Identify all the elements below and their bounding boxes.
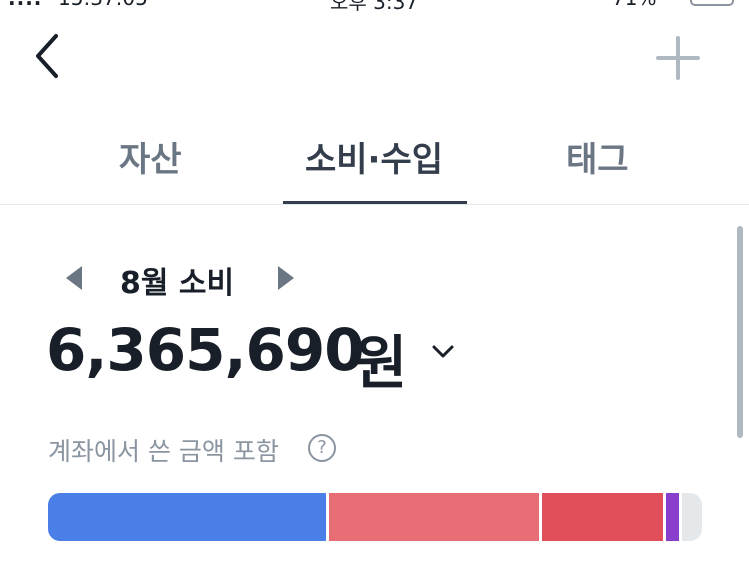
breakdown-segment xyxy=(541,493,667,541)
tab-assets[interactable]: 자산 xyxy=(119,132,182,181)
account-spending-note: 계좌에서 쓴 금액 포함 ? xyxy=(48,432,368,468)
tab-spending-income[interactable]: 소비·수입 xyxy=(305,132,443,181)
chevron-down-icon xyxy=(432,345,454,358)
scrollbar[interactable] xyxy=(737,226,743,438)
breakdown-segment xyxy=(329,493,542,541)
status-bar: .... 15:37:05 오후 3:37 71% xyxy=(0,0,749,14)
breakdown-segment xyxy=(666,493,683,541)
account-note-label: 계좌에서 쓴 금액 포함 xyxy=(48,437,279,466)
triangle-right-icon xyxy=(278,266,294,290)
breakdown-segment xyxy=(682,493,702,541)
navigation-bar xyxy=(0,20,749,92)
month-label: 8월 소비 xyxy=(120,266,235,301)
help-icon[interactable]: ? xyxy=(308,434,336,462)
triangle-left-icon xyxy=(66,266,82,290)
currency-unit: 원 xyxy=(354,329,408,397)
signal-indicator: .... xyxy=(8,0,42,10)
plus-icon xyxy=(656,36,700,80)
tab-tags[interactable]: 태그 xyxy=(566,132,629,181)
spending-breakdown-bar[interactable] xyxy=(48,493,702,541)
add-button[interactable] xyxy=(652,32,704,84)
chevron-left-icon xyxy=(36,34,58,78)
back-button[interactable] xyxy=(26,30,70,82)
total-amount: 6,365,690 xyxy=(46,316,365,384)
tabs-divider xyxy=(0,204,749,205)
status-clock: 오후 3:37 xyxy=(330,0,419,14)
month-selector: 8월 소비 xyxy=(60,256,320,301)
status-time: 15:37:05 xyxy=(58,0,148,10)
total-amount-toggle[interactable]: 6,365,690 원 xyxy=(46,316,486,397)
next-month-button[interactable] xyxy=(274,264,298,292)
previous-month-button[interactable] xyxy=(62,264,86,292)
breakdown-segment xyxy=(48,493,330,541)
tab-bar: 자산 소비·수입 태그 xyxy=(0,112,749,205)
spending-screen: .... 15:37:05 오후 3:37 71% 자산 소비·수입 태그 xyxy=(0,0,749,574)
battery-percent: 71% xyxy=(612,0,656,10)
battery-icon xyxy=(690,0,734,6)
